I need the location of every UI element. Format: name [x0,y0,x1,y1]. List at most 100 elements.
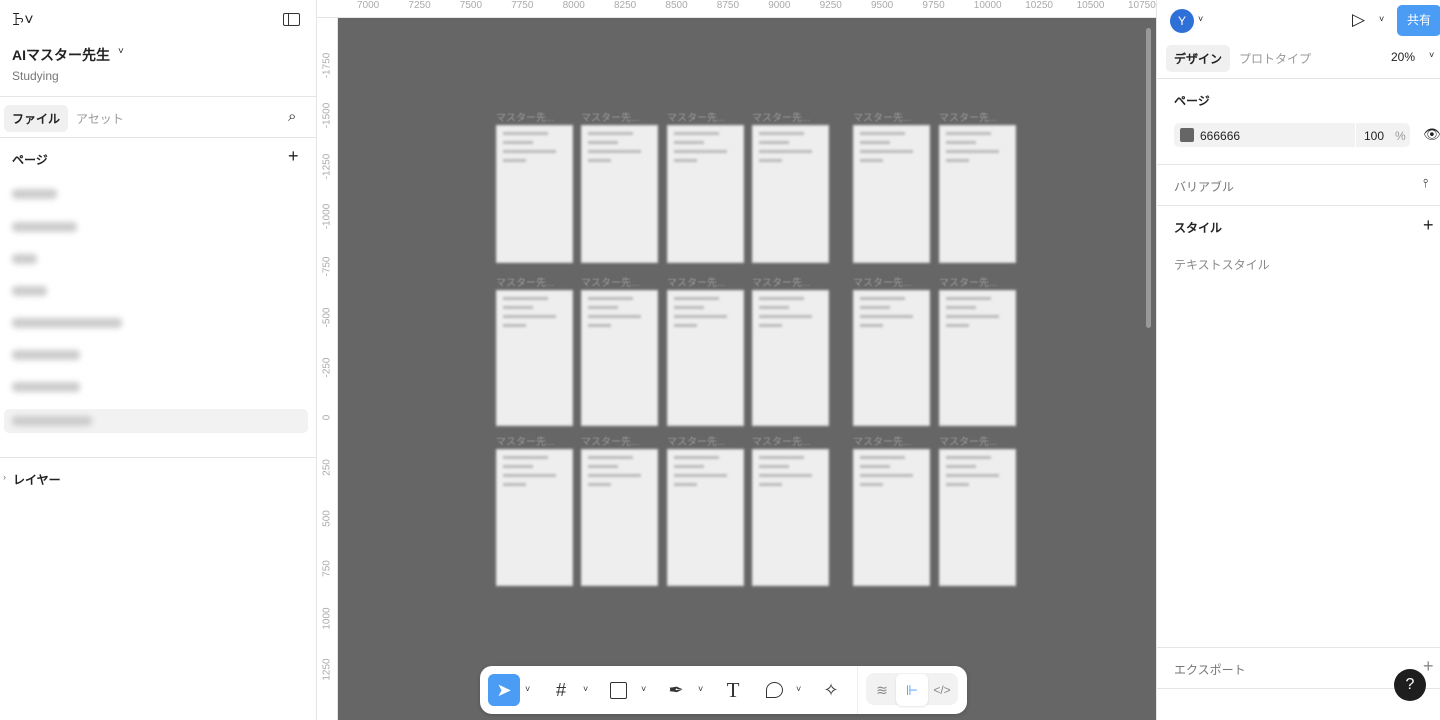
ruler-tick: -1250 [321,153,333,179]
screen-frame[interactable] [752,125,829,263]
page-item[interactable] [12,318,122,328]
avatar[interactable]: Y [1170,9,1194,33]
screen-frame[interactable] [853,125,930,263]
screen-frame[interactable] [667,290,744,426]
tab-assets[interactable]: アセット [76,110,124,127]
screen-frame[interactable] [752,449,829,586]
add-page-icon[interactable]: + [288,146,299,167]
canvas[interactable]: マスター先... マスター先... マスター先... マスター先... マスター先...… [338,18,1156,720]
project-title[interactable]: AIマスター先生 [12,45,110,65]
chevron-down-icon[interactable]: ˅ [525,684,530,694]
frame-title[interactable]: マスター先... [752,433,810,448]
add-export-icon[interactable]: + [1423,656,1434,677]
pen-tool-icon[interactable]: ✒ [660,674,692,706]
chevron-down-icon[interactable]: ˅ [641,684,646,694]
frame-title[interactable]: マスター先... [853,274,911,289]
ruler-tick: -1000 [321,203,333,230]
chevron-down-icon[interactable]: ˅ [583,684,588,694]
frame-tool-icon[interactable]: # [545,674,577,706]
present-play-icon[interactable]: ▷ [1352,10,1365,30]
variables-settings-icon[interactable]: ⫯ [1423,176,1428,191]
background-color-field[interactable]: 666666 100 % [1174,123,1410,147]
screen-frame[interactable] [496,125,573,263]
color-swatch[interactable] [1180,128,1194,142]
text-tool-icon[interactable]: T [717,674,749,706]
page-item[interactable] [12,382,80,392]
frame-title[interactable]: マスター先... [853,109,911,124]
zoom-level[interactable]: 20% [1391,50,1415,64]
frame-title[interactable]: マスター先... [667,109,725,124]
export-label: エクスポート [1174,663,1246,677]
chevron-down-icon[interactable]: ˅ [796,684,801,694]
frame-title[interactable]: マスター先... [939,109,997,124]
right-panel: Y ˅ ▷ ˅ 共有 デザイン プロトタイプ 20% ˅ ページ 666666 … [1156,0,1440,720]
color-hex[interactable]: 666666 [1200,129,1240,143]
comment-tool-icon[interactable] [758,674,790,706]
dev-mode-icon[interactable]: </> [926,674,958,706]
frame-title[interactable]: マスター先... [581,109,639,124]
page-item[interactable] [12,189,57,199]
chevron-down-icon[interactable]: ˅ [698,684,703,694]
move-tool-icon[interactable]: ➤ [488,674,520,706]
ruler-tick: 10750 [1128,0,1156,11]
draw-mode-icon[interactable]: ≋ [866,674,898,706]
ruler-tick: 7250 [408,0,431,11]
page-item[interactable] [12,222,77,232]
page-item[interactable] [12,416,92,426]
project-team: Studying [12,69,59,83]
frame-title[interactable]: マスター先... [853,433,911,448]
screen-frame[interactable] [667,125,744,263]
chevron-down-icon[interactable]: ˅ [1379,14,1384,24]
text-styles-label[interactable]: テキストスタイル [1174,256,1270,273]
chevron-down-icon[interactable]: ˅ [118,46,124,57]
frame-title[interactable]: マスター先... [496,109,554,124]
chevron-down-icon[interactable]: ˅ [1429,50,1434,60]
rectangle-tool-icon[interactable] [602,674,634,706]
screen-frame[interactable] [581,125,658,263]
frame-title[interactable]: マスター先... [496,274,554,289]
tab-design[interactable]: デザイン [1166,45,1231,72]
eye-icon[interactable]: 👁 [1423,126,1440,143]
help-button[interactable]: ? [1394,669,1426,701]
screen-frame[interactable] [939,449,1016,586]
design-mode-icon[interactable]: ⊩ [896,674,928,706]
variables-label[interactable]: バリアブル [1174,178,1234,195]
chevron-down-icon[interactable]: ˅ [1198,14,1203,24]
frame-title[interactable]: マスター先... [667,274,725,289]
frame-title[interactable]: マスター先... [939,274,997,289]
figma-menu-icon[interactable]: ꘙ˅ [12,12,34,30]
screen-frame[interactable] [496,449,573,586]
frame-title[interactable]: マスター先... [939,433,997,448]
sidebar-toggle-icon[interactable] [283,13,300,26]
frame-title[interactable]: マスター先... [496,433,554,448]
screen-frame[interactable] [853,449,930,586]
search-icon[interactable]: ⌕ [288,108,296,125]
screen-frame[interactable] [752,290,829,426]
frame-title[interactable]: マスター先... [752,109,810,124]
frame-title[interactable]: マスター先... [667,433,725,448]
page-item[interactable] [12,254,37,264]
ai-sparkle-icon[interactable]: ✧ [815,674,847,706]
frame-title[interactable]: マスター先... [581,274,639,289]
frame-title[interactable]: マスター先... [581,433,639,448]
chevron-right-icon[interactable]: › [3,472,6,482]
opacity-value[interactable]: 100 [1364,129,1384,143]
screen-frame[interactable] [939,125,1016,263]
frame-title[interactable]: マスター先... [752,274,810,289]
screen-frame[interactable] [667,449,744,586]
tab-file[interactable]: ファイル [4,105,69,132]
add-style-icon[interactable]: + [1423,215,1434,236]
page-item[interactable] [12,286,47,296]
share-button[interactable]: 共有 [1397,5,1440,36]
ruler-tick: 250 [321,459,333,477]
screen-frame[interactable] [496,290,573,426]
scrollbar[interactable] [1146,28,1151,328]
screen-frame[interactable] [581,290,658,426]
ruler-tick: 8000 [562,0,585,11]
tab-prototype[interactable]: プロトタイプ [1239,50,1311,67]
screen-frame[interactable] [581,449,658,586]
screen-frame[interactable] [939,290,1016,426]
layers-heading[interactable]: レイヤー [13,471,61,488]
page-item[interactable] [12,350,80,360]
screen-frame[interactable] [853,290,930,426]
